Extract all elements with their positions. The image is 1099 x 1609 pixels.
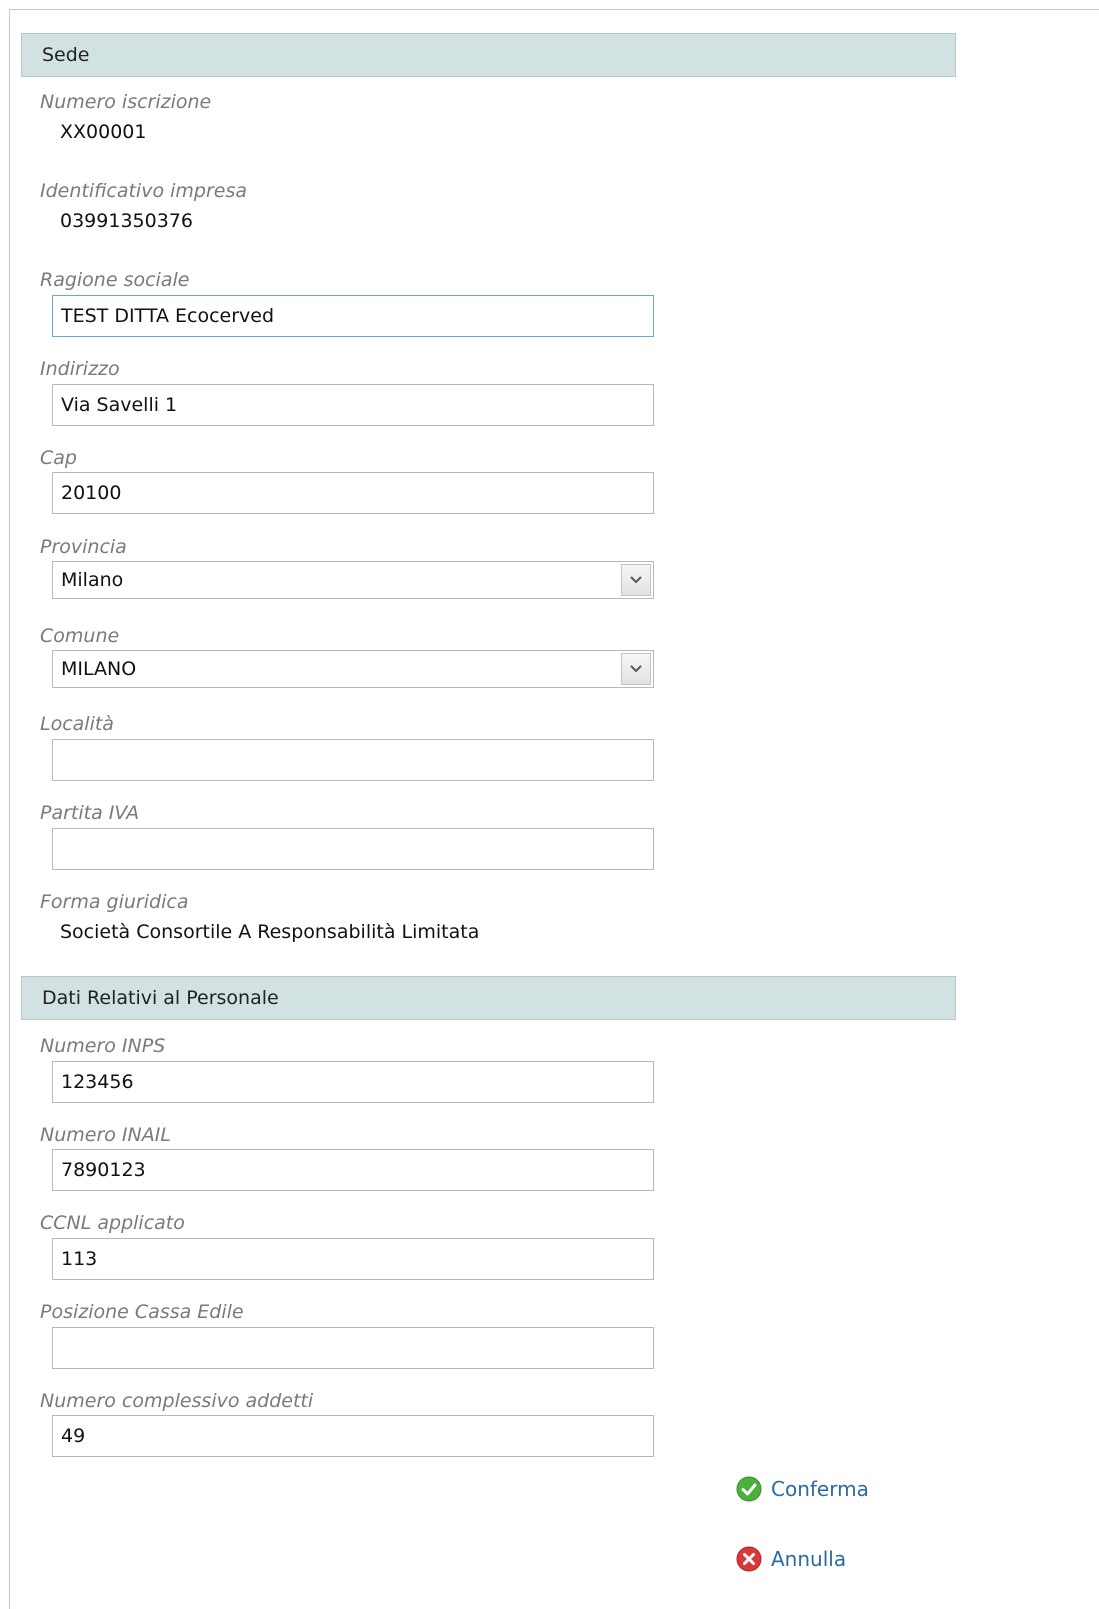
check-circle-icon	[736, 1476, 762, 1502]
numero-iscrizione-value: XX00001	[60, 121, 147, 143]
localita-label: Località	[40, 713, 114, 735]
form-frame	[9, 9, 1099, 1609]
comune-label: Comune	[40, 625, 120, 647]
confirm-button[interactable]: Conferma	[736, 1475, 869, 1503]
comune-select[interactable]: MILANO	[52, 650, 654, 688]
cancel-button[interactable]: Annulla	[736, 1545, 846, 1573]
provincia-select[interactable]: Milano	[52, 561, 654, 599]
numero-inps-label: Numero INPS	[40, 1035, 166, 1057]
indirizzo-input[interactable]	[52, 384, 654, 426]
cancel-label: Annulla	[771, 1547, 847, 1571]
section-header-sede: Sede	[21, 33, 956, 77]
ccnl-applicato-input[interactable]	[52, 1238, 654, 1280]
provincia-label: Provincia	[40, 536, 127, 558]
forma-giuridica-label: Forma giuridica	[40, 891, 189, 913]
identificativo-impresa-value: 03991350376	[60, 210, 193, 232]
provincia-dropdown-button[interactable]	[621, 564, 651, 596]
localita-input[interactable]	[52, 739, 654, 781]
cap-label: Cap	[40, 447, 77, 469]
numero-inps-input[interactable]	[52, 1061, 654, 1103]
comune-selected-value: MILANO	[61, 658, 137, 680]
comune-dropdown-button[interactable]	[621, 653, 651, 685]
numero-iscrizione-label: Numero iscrizione	[40, 91, 212, 113]
ccnl-applicato-label: CCNL applicato	[40, 1212, 185, 1234]
chevron-down-icon	[630, 576, 642, 584]
partita-iva-label: Partita IVA	[40, 802, 140, 824]
forma-giuridica-value: Società Consortile A Responsabilità Limi…	[60, 921, 480, 943]
posizione-cassa-edile-input[interactable]	[52, 1327, 654, 1369]
ragione-sociale-input[interactable]	[52, 295, 654, 337]
indirizzo-label: Indirizzo	[40, 358, 120, 380]
cap-input[interactable]	[52, 472, 654, 514]
numero-inail-label: Numero INAIL	[40, 1124, 171, 1146]
close-circle-icon	[736, 1546, 762, 1572]
identificativo-impresa-label: Identificativo impresa	[40, 180, 248, 202]
ragione-sociale-label: Ragione sociale	[40, 269, 190, 291]
numero-complessivo-addetti-input[interactable]	[52, 1415, 654, 1457]
numero-complessivo-addetti-label: Numero complessivo addetti	[40, 1390, 314, 1412]
chevron-down-icon	[630, 665, 642, 673]
section-header-personale: Dati Relativi al Personale	[21, 976, 956, 1020]
posizione-cassa-edile-label: Posizione Cassa Edile	[40, 1301, 244, 1323]
partita-iva-input[interactable]	[52, 828, 654, 870]
provincia-selected-value: Milano	[61, 569, 124, 591]
confirm-label: Conferma	[771, 1477, 869, 1501]
numero-inail-input[interactable]	[52, 1149, 654, 1191]
